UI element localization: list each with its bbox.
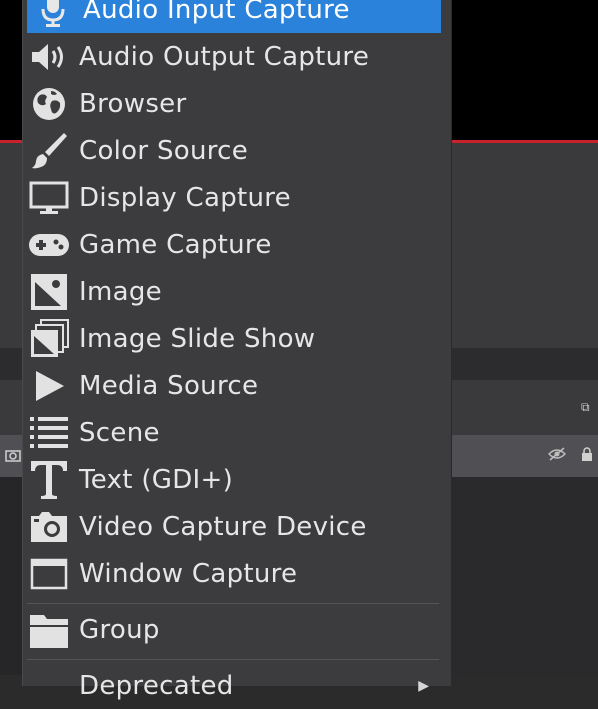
microphone-icon [27, 0, 79, 33]
menu-item-label: Deprecated [79, 670, 234, 701]
speaker-icon [23, 33, 75, 80]
menu-item-video-capture-device[interactable]: Video Capture Device [23, 503, 451, 550]
menu-item-deprecated[interactable]: Deprecated ▶ [23, 662, 451, 709]
menu-item-audio-input-capture[interactable]: Audio Input Capture [27, 0, 441, 33]
menu-item-label: Audio Output Capture [79, 41, 370, 72]
add-source-menu: Audio Input Capture Audio Output Capture… [22, 0, 452, 701]
gamepad-icon [23, 221, 75, 268]
menu-item-label: Scene [79, 417, 160, 448]
menu-item-label: Text (GDI+) [79, 464, 234, 495]
text-icon [23, 456, 75, 503]
play-icon [23, 362, 75, 409]
menu-item-browser[interactable]: Browser [23, 80, 451, 127]
slideshow-icon [23, 315, 75, 362]
menu-item-scene[interactable]: Scene [23, 409, 451, 456]
menu-item-display-capture[interactable]: Display Capture [23, 174, 451, 221]
menu-item-label: Browser [79, 88, 187, 119]
menu-item-label: Media Source [79, 370, 259, 401]
menu-item-window-capture[interactable]: Window Capture [23, 550, 451, 597]
menu-item-color-source[interactable]: Color Source [23, 127, 451, 174]
menu-item-label: Image [79, 276, 162, 307]
menu-item-game-capture[interactable]: Game Capture [23, 221, 451, 268]
menu-item-label: Display Capture [79, 182, 291, 213]
visibility-hidden-icon[interactable] [547, 447, 567, 464]
window-icon [23, 550, 75, 597]
menu-separator [27, 659, 439, 660]
list-icon [23, 409, 75, 456]
globe-icon [23, 80, 75, 127]
folder-icon [23, 606, 75, 653]
left-dock-edge [0, 477, 22, 675]
menu-item-image-slide-show[interactable]: Image Slide Show [23, 315, 451, 362]
source-camera-icon [5, 448, 21, 465]
image-icon [23, 268, 75, 315]
lock-icon[interactable] [581, 447, 593, 465]
menu-item-label: Color Source [79, 135, 249, 166]
menu-item-image[interactable]: Image [23, 268, 451, 315]
chevron-right-icon: ▶ [418, 678, 429, 694]
monitor-icon [23, 174, 75, 221]
menu-item-media-source[interactable]: Media Source [23, 362, 451, 409]
dock-float-icon[interactable]: ⧉ [581, 400, 590, 415]
menu-item-group[interactable]: Group [23, 606, 451, 653]
menu-item-text-gdi[interactable]: Text (GDI+) [23, 456, 451, 503]
menu-item-label: Audio Input Capture [83, 0, 350, 25]
paintbrush-icon [23, 127, 75, 174]
menu-item-label: Game Capture [79, 229, 272, 260]
menu-item-audio-output-capture[interactable]: Audio Output Capture [23, 33, 451, 80]
camera-icon [23, 503, 75, 550]
menu-item-label: Group [79, 614, 160, 645]
menu-separator [27, 603, 439, 604]
menu-item-label: Window Capture [79, 558, 298, 589]
menu-item-label: Video Capture Device [79, 511, 367, 542]
menu-item-label: Image Slide Show [79, 323, 316, 354]
